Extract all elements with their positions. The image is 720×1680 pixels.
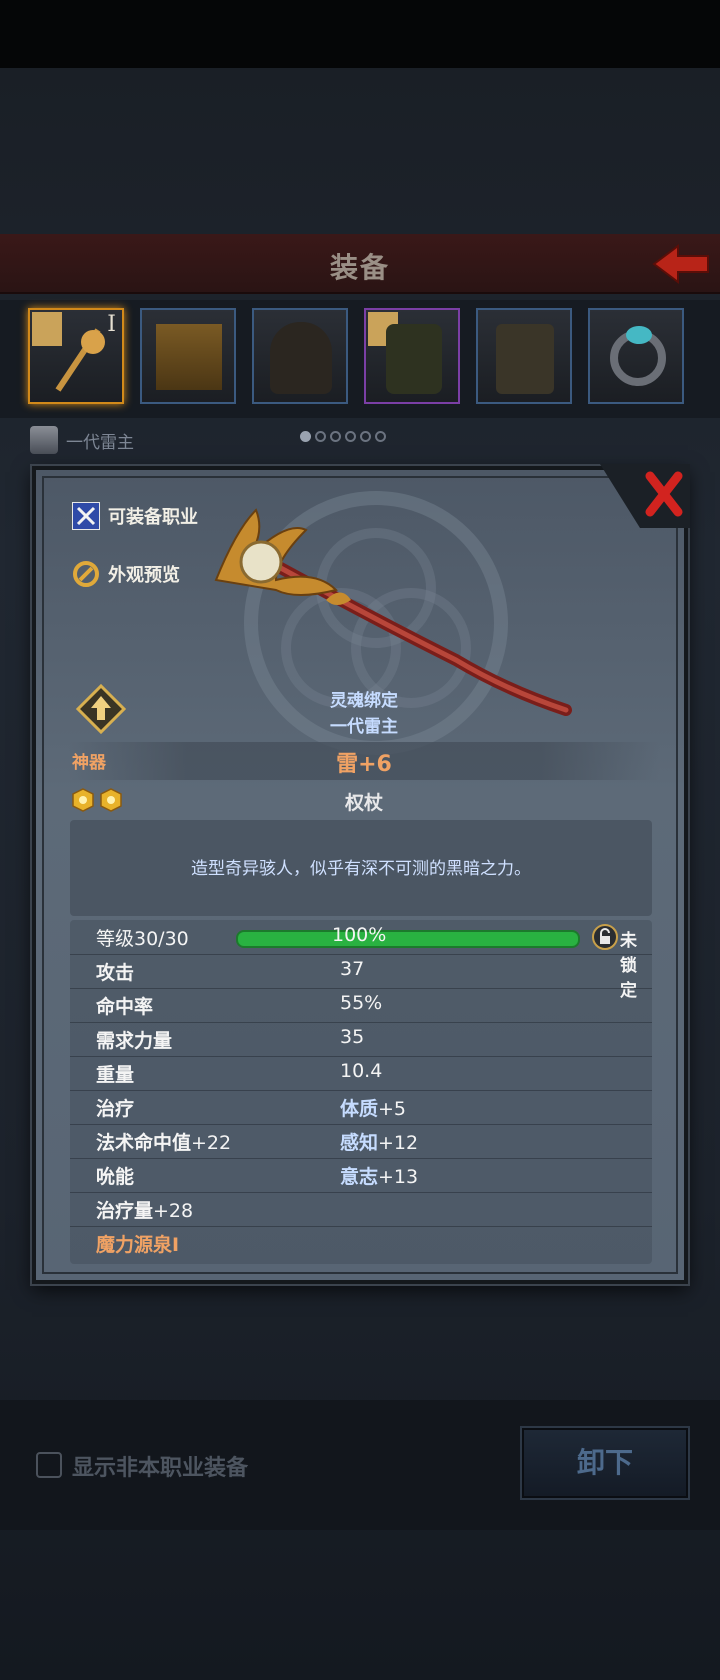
lock-icon[interactable] bbox=[592, 924, 618, 950]
stat-value: 35 bbox=[340, 1026, 365, 1048]
level-row: 等级30/30 100% 未锁定 bbox=[70, 920, 652, 1001]
soul-bind-label: 灵魂绑定 bbox=[330, 691, 398, 711]
stat-key: 治疗 bbox=[96, 1098, 135, 1120]
stat-key-name: 法术命中值 bbox=[96, 1132, 192, 1154]
helmet-slot[interactable] bbox=[252, 308, 348, 404]
stat-row: 命中率 55% bbox=[70, 988, 652, 1023]
level-percent: 100% bbox=[332, 924, 387, 946]
stat-key-name: 治疗量 bbox=[96, 1200, 154, 1222]
owner-name: 一代雷主 bbox=[66, 432, 134, 453]
stat-row: 攻击 37 bbox=[70, 954, 652, 989]
staff-artwork bbox=[214, 508, 572, 716]
pagination-dot[interactable] bbox=[375, 431, 386, 442]
bonus-number: +12 bbox=[378, 1132, 419, 1154]
staff-slot[interactable]: I bbox=[28, 308, 124, 404]
stat-bonus: 感知+12 bbox=[340, 1128, 418, 1155]
stat-key: 法术命中值+22 bbox=[96, 1128, 231, 1155]
pagination-dot[interactable] bbox=[360, 431, 371, 442]
page-title: 装备 bbox=[329, 251, 390, 284]
bonus-name: 感知 bbox=[340, 1132, 379, 1154]
unequip-button[interactable]: 卸下 bbox=[522, 1428, 688, 1498]
bonus-number: +5 bbox=[378, 1098, 407, 1120]
stat-row: 需求力量 35 bbox=[70, 1022, 652, 1057]
stat-key: 吮能 bbox=[96, 1166, 135, 1188]
soul-bind-info: 灵魂绑定 一代雷主 bbox=[36, 688, 692, 740]
status-bar-area bbox=[0, 0, 720, 68]
robe-icon bbox=[386, 324, 442, 394]
offhand-slot[interactable] bbox=[140, 308, 236, 404]
boots-slot[interactable] bbox=[476, 308, 572, 404]
slot-roman-numeral: I bbox=[107, 312, 116, 337]
pagination-dot[interactable] bbox=[315, 431, 326, 442]
back-arrow-icon[interactable] bbox=[650, 242, 712, 286]
crossed-swords-icon bbox=[72, 502, 100, 530]
stat-key: 治疗量+28 bbox=[96, 1196, 193, 1223]
stat-key-number: +28 bbox=[153, 1200, 194, 1222]
equipment-header: 装备 bbox=[0, 234, 720, 294]
stat-bonus: 意志+13 bbox=[340, 1162, 418, 1189]
bonus-name: 意志 bbox=[340, 1166, 379, 1188]
stat-row: 重量 10.4 bbox=[70, 1056, 652, 1091]
stat-value: 55% bbox=[340, 992, 383, 1014]
pagination-dot[interactable] bbox=[300, 431, 311, 442]
pagination-dots bbox=[300, 431, 386, 442]
preview-icon bbox=[73, 561, 99, 587]
ring-slot[interactable] bbox=[588, 308, 684, 404]
show-other-class-checkbox[interactable] bbox=[36, 1452, 62, 1478]
armor-slot[interactable] bbox=[364, 308, 460, 404]
tome-icon bbox=[156, 324, 222, 390]
item-detail-panel: 可装备职业 外观预览 灵魂绑定 一代雷主 神器 雷+6 权杖 造型奇异骇人，似乎… bbox=[32, 464, 690, 1284]
stat-row: 治疗量+28 bbox=[70, 1192, 652, 1227]
stat-row: 治疗 体质+5 bbox=[70, 1090, 652, 1125]
stat-bonus: 体质+5 bbox=[340, 1094, 406, 1121]
item-type: 权杖 bbox=[344, 792, 383, 814]
owner-info: 一代雷主 bbox=[30, 424, 134, 456]
pagination-dot[interactable] bbox=[345, 431, 356, 442]
stat-row: 魔力源泉I bbox=[70, 1226, 652, 1260]
gem-icon bbox=[626, 326, 652, 344]
close-icon[interactable] bbox=[600, 464, 690, 528]
stat-value: 10.4 bbox=[340, 1060, 383, 1082]
stat-value: 37 bbox=[340, 958, 365, 980]
staff-icon bbox=[55, 328, 105, 392]
stat-key: 重量 bbox=[96, 1064, 135, 1086]
item-description: 造型奇异骇人，似乎有深不可测的黑暗之力。 bbox=[191, 859, 531, 879]
special-ability: 魔力源泉I bbox=[96, 1234, 180, 1256]
enhance-level: 雷+6 bbox=[336, 752, 392, 777]
avatar bbox=[30, 426, 58, 454]
boots-icon bbox=[496, 324, 554, 394]
bonus-name: 体质 bbox=[340, 1098, 379, 1120]
stat-key: 攻击 bbox=[96, 962, 135, 984]
stat-key-number: +22 bbox=[191, 1132, 232, 1154]
stat-row: 法术命中值+22 感知+12 bbox=[70, 1124, 652, 1159]
soul-bind-owner: 一代雷主 bbox=[330, 717, 398, 737]
bonus-number: +13 bbox=[378, 1166, 419, 1188]
pagination-dot[interactable] bbox=[330, 431, 341, 442]
stat-row: 吮能 意志+13 bbox=[70, 1158, 652, 1193]
appearance-preview-label: 外观预览 bbox=[108, 565, 180, 586]
hood-icon bbox=[270, 322, 332, 394]
show-other-class-label: 显示非本职业装备 bbox=[72, 1456, 249, 1481]
level-label: 等级30/30 bbox=[96, 928, 189, 950]
level-progress-bar bbox=[238, 932, 578, 946]
stat-key: 命中率 bbox=[96, 996, 154, 1018]
appearance-preview-button[interactable]: 外观预览 bbox=[72, 560, 180, 588]
stat-key: 需求力量 bbox=[96, 1030, 173, 1052]
